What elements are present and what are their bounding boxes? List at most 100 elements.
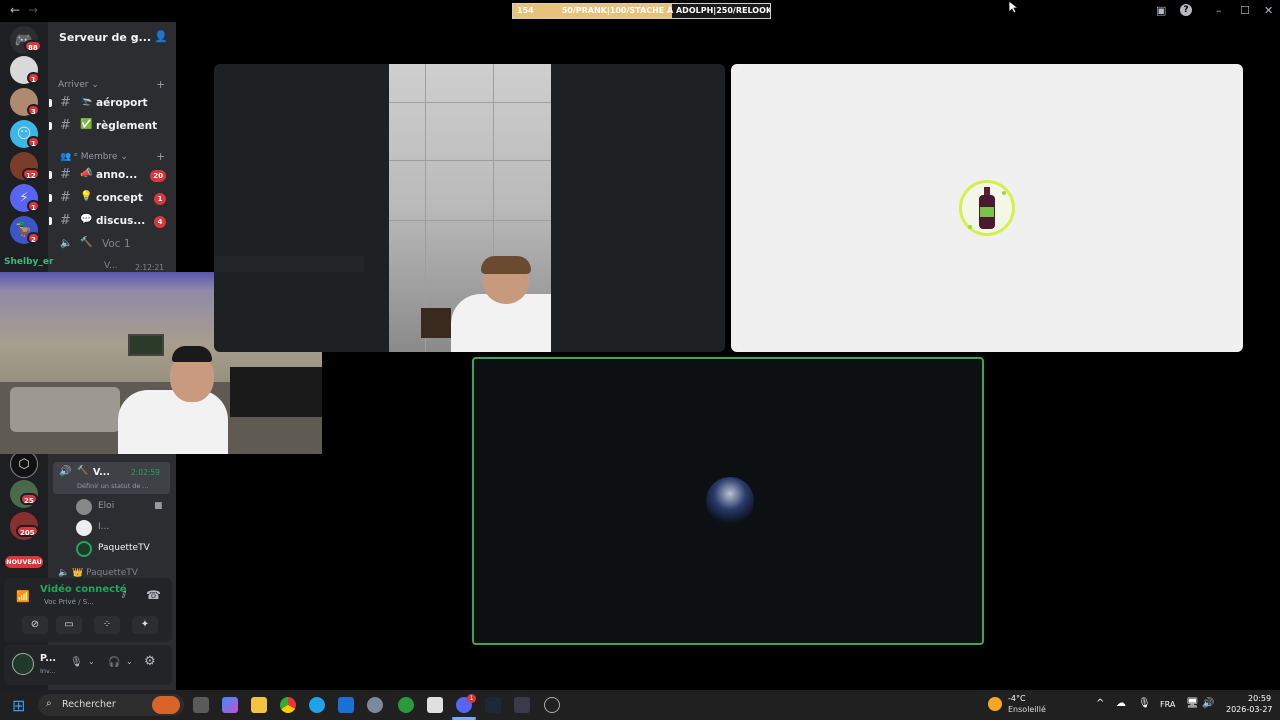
category-label: Arriver — [58, 80, 89, 90]
camera-feed — [389, 64, 551, 352]
voice-status-subtitle[interactable]: Voc Privé / S... — [44, 598, 94, 606]
category-member[interactable]: 👥 ᵉ Membre ⌄ — [60, 152, 128, 162]
network-icon[interactable]: 🖥 — [1186, 698, 1199, 709]
chevron-down-icon[interactable]: ⌄ — [88, 657, 95, 666]
soundboard-icon[interactable]: ✦ — [132, 616, 158, 634]
help-icon[interactable]: ? — [1180, 4, 1192, 16]
voice-timer: 2:12:21 — [135, 263, 164, 272]
search-placeholder: Rechercher — [62, 699, 116, 710]
voice-emoji: 🔨 — [80, 237, 93, 248]
add-channel-icon[interactable]: + — [156, 150, 165, 163]
back-arrow-icon[interactable]: ← — [10, 3, 20, 17]
channel-item[interactable]: # 📣 anno... 20 — [48, 165, 176, 185]
mouse-cursor-icon — [1008, 0, 1018, 14]
voice-channel-name: V... — [104, 261, 118, 271]
add-channel-icon[interactable]: + — [156, 78, 165, 91]
voice-channel-active[interactable]: 🔊 🔨 V... 2:02:59 Définir un statut de ..… — [53, 462, 170, 494]
settings-app-icon[interactable] — [367, 697, 383, 713]
voice-status[interactable]: Définir un statut de ... — [77, 482, 149, 490]
volume-icon[interactable]: 🔊 — [1202, 698, 1214, 709]
screen-share-icon[interactable]: ▭ — [56, 616, 82, 634]
couch — [10, 387, 120, 432]
avatar[interactable] — [12, 653, 34, 675]
windows-start-icon[interactable]: ⊞ — [12, 696, 25, 715]
chevron-down-icon[interactable]: ⌄ — [126, 657, 133, 666]
stream-goal-overlay: 154 50/PRANK|100/STACHE À ADOLPH|250/REL… — [512, 3, 771, 19]
cloud-icon[interactable]: ☁ — [1116, 698, 1126, 709]
minimize-icon[interactable]: – — [1216, 4, 1222, 17]
xbox-icon[interactable] — [398, 697, 414, 713]
settings-gear-icon[interactable]: ⚙ — [144, 654, 156, 669]
title-bar: ← → 154 50/PRANK|100/STACHE À ADOLPH|250… — [0, 0, 1280, 22]
speaking-avatar — [959, 180, 1015, 236]
voice-channel-item[interactable]: 🔈 👑 PaquetteTV — [58, 568, 138, 578]
hash-icon: # — [60, 190, 71, 205]
sun-icon — [988, 697, 1002, 711]
forward-arrow-icon[interactable]: → — [28, 3, 38, 17]
goal-label: 50/PRANK|100/STACHE À ADOLPH|250/RELOOKI… — [561, 6, 771, 15]
search-highlight-icon — [152, 696, 180, 714]
channel-item[interactable]: # 💡 concept 1 — [48, 188, 176, 208]
obs-icon[interactable] — [544, 697, 560, 713]
noise-suppression-icon[interactable]: ⫽ — [122, 590, 126, 601]
windows-taskbar: ⊞ ⌕ Rechercher 1 -4°C Ensoleillé ^ ☁ 🎙 F… — [0, 690, 1280, 720]
store-icon[interactable] — [427, 697, 443, 713]
server-header[interactable]: Serveur de g... ⌄ 👤 — [48, 22, 176, 54]
chrome-icon[interactable] — [280, 697, 296, 713]
unread-indicator — [49, 194, 52, 202]
speaker-icon: 🔊 — [59, 466, 72, 477]
mail-icon[interactable] — [338, 697, 354, 713]
voice-member[interactable]: I... — [76, 519, 172, 537]
mention-badge: 4 — [154, 216, 166, 228]
microphone-icon[interactable]: 🎙 — [1138, 698, 1151, 709]
username: P... — [40, 653, 57, 664]
member-name: Eloi — [98, 501, 115, 511]
channel-name: discus... — [96, 215, 146, 227]
video-tile-speaking[interactable] — [472, 357, 984, 645]
file-explorer-icon[interactable] — [251, 697, 267, 713]
home-badge: 88 — [24, 40, 42, 52]
voice-member[interactable]: PaquetteTV — [76, 540, 172, 558]
add-member-icon[interactable]: 👤 — [154, 30, 168, 43]
task-view-icon[interactable] — [193, 697, 209, 713]
channel-item[interactable]: # 💬 discus... 4 — [48, 211, 176, 231]
video-tile-camera[interactable] — [214, 64, 725, 352]
server-badge: 1 — [27, 72, 40, 84]
app-icon[interactable] — [514, 697, 530, 713]
channel-name: anno... — [96, 169, 138, 181]
video-tile-avatar[interactable] — [731, 64, 1243, 352]
steam-icon[interactable] — [485, 697, 501, 713]
channel-item[interactable]: # 🛬 aéroport — [48, 93, 176, 113]
disconnect-icon[interactable]: ☎ — [146, 588, 161, 602]
voice-member[interactable]: Eloi ■ — [76, 498, 172, 516]
signal-icon: 📶 — [16, 590, 30, 603]
webcam-username: Shelby_er — [4, 257, 54, 267]
close-icon[interactable]: ✕ — [1264, 4, 1273, 17]
taskbar-search[interactable]: ⌕ Rechercher — [38, 694, 184, 716]
activities-icon[interactable]: ⁘ — [94, 616, 120, 634]
language-indicator[interactable]: FRA — [1160, 700, 1175, 709]
channel-item[interactable]: # ✅ règlement — [48, 116, 176, 136]
server-badge: 25 — [20, 493, 38, 505]
channel-emoji: ✅ — [80, 119, 93, 130]
channel-emoji: 🛬 — [80, 96, 93, 107]
member-name: I... — [98, 522, 110, 532]
maximize-icon[interactable]: ☐ — [1240, 4, 1250, 17]
copilot-icon[interactable] — [222, 697, 238, 713]
category-arrive[interactable]: Arriver ⌄ — [58, 80, 99, 90]
chevron-up-icon[interactable]: ^ — [1096, 698, 1104, 709]
headphones-icon[interactable]: 🎧 — [108, 657, 120, 668]
streamer-body — [118, 390, 228, 454]
edge-icon[interactable] — [309, 697, 325, 713]
inbox-icon[interactable]: ▣ — [1156, 4, 1166, 17]
clock-time[interactable]: 20:59 — [1248, 694, 1271, 703]
server-icon[interactable]: ⬡ — [10, 450, 38, 478]
voice-channel-item[interactable]: 🔈 🔨 Voc 1 — [48, 234, 176, 254]
camera-off-icon[interactable]: ⊘ — [22, 616, 48, 634]
clock-date[interactable]: 2026-03-27 — [1226, 705, 1273, 714]
goal-count: 154 — [517, 6, 534, 15]
microphone-icon[interactable]: 🎙 — [70, 657, 83, 668]
ceiling-tile-line — [389, 220, 551, 221]
weather-temp: -4°C — [1008, 694, 1026, 703]
unread-indicator — [49, 99, 52, 107]
